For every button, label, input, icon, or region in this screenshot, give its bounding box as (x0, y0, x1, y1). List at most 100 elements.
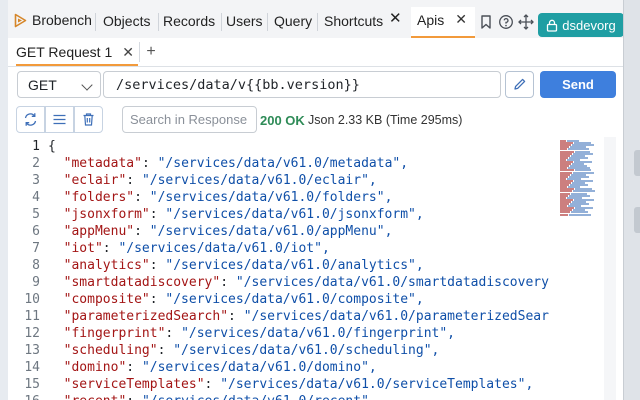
tab-shortcuts[interactable]: Shortcuts (324, 12, 383, 30)
json-value: "/services/data/v61.0/smartdatadiscovery… (235, 275, 550, 290)
json-value: "/services/data/v61.0/jsonxform", (165, 207, 424, 222)
json-value: "/services/data/v61.0/domino", (141, 360, 377, 375)
json-value: "/services/data/v61.0/iot", (118, 241, 330, 256)
status-code: 200 OK (260, 113, 305, 128)
json-key: "jsonxform" (63, 207, 150, 222)
send-button[interactable]: Send (540, 71, 616, 98)
brand[interactable]: Brobench (14, 10, 92, 30)
editor-scrollbar[interactable] (604, 137, 616, 400)
refresh-icon (24, 113, 37, 126)
json-value: "/services/data/v61.0/composite", (165, 292, 424, 307)
code-text: "parameterizedSearch": "/services/data/v… (48, 308, 550, 325)
chevron-down-icon (81, 79, 93, 91)
json-key: "scheduling" (63, 343, 158, 358)
editor-minimap[interactable] (554, 140, 595, 220)
method-value: GET (28, 77, 57, 93)
line-number: 7 (32, 241, 40, 256)
line-number: 5 (32, 207, 40, 222)
json-value: "/services/data/v61.0/folders", (149, 190, 393, 205)
line-number: 9 (32, 275, 40, 290)
line-number: 6 (32, 224, 40, 239)
json-key: "metadata" (63, 156, 142, 171)
json-key: "composite" (63, 292, 150, 307)
org-user-label: dsdevorg (562, 17, 616, 33)
json-key: "analytics" (63, 258, 150, 273)
code-text: "folders": "/services/data/v61.0/folders… (63, 190, 393, 205)
request-tabs-bar: GET Request 1 ✕ + (8, 38, 624, 67)
code-text: "appMenu": "/services/data/v61.0/appMenu… (63, 224, 393, 239)
tab-apis[interactable]: Apis ✕ (411, 7, 475, 38)
code-text: "serviceTemplates": "/services/data/v61.… (63, 377, 534, 392)
tab-apis-label: Apis (417, 12, 445, 28)
clear-button[interactable] (74, 106, 103, 133)
code-text: "jsonxform": "/services/data/v61.0/jsonx… (63, 207, 424, 222)
code-text: "recent": "/services/data/v61.0/recent", (48, 393, 377, 400)
tab-objects[interactable]: Objects (103, 12, 150, 30)
list-lines-icon (53, 114, 66, 125)
line-number: 14 (24, 360, 40, 375)
code-text: "analytics": "/services/data/v61.0/analy… (63, 258, 424, 273)
code-text: "composite": "/services/data/v61.0/compo… (63, 292, 424, 307)
close-request-tab-icon[interactable]: ✕ (122, 44, 134, 61)
nav-divider (221, 13, 222, 31)
json-key: "parameterizedSearch" (63, 309, 229, 324)
line-number: 3 (32, 173, 40, 188)
nav-divider (267, 13, 268, 31)
json-key: "smartdatadiscovery" (63, 275, 221, 290)
tab-records[interactable]: Records (163, 12, 215, 30)
trash-icon (83, 113, 94, 126)
code-text: "metadata": "/services/data/v61.0/metada… (63, 156, 409, 171)
json-key: "folders" (63, 190, 135, 205)
bookmark-icon[interactable] (478, 14, 494, 30)
minimap-line (560, 213, 568, 216)
code-text: "iot": "/services/data/v61.0/iot", (63, 241, 330, 256)
response-search-input[interactable]: Search in Response (122, 106, 257, 133)
format-button[interactable] (45, 106, 74, 133)
json-value: "/services/data/v61.0/appMenu", (149, 224, 393, 239)
background-window-edge-right (623, 0, 640, 400)
org-user-button[interactable]: dsdevorg (538, 13, 624, 37)
line-number: 11 (24, 309, 40, 324)
nav-divider (95, 13, 96, 31)
request-tab[interactable]: GET Request 1 ✕ (16, 40, 138, 66)
json-value: "/services/data/v61.0/scheduling", (173, 343, 440, 358)
move-arrows-icon[interactable] (518, 14, 534, 30)
code-text: "scheduling": "/services/data/v61.0/sche… (63, 343, 440, 358)
close-apis-tab-icon[interactable]: ✕ (455, 11, 467, 28)
refresh-button[interactable] (16, 106, 45, 133)
json-value: "/services/data/v61.0/serviceTemplates", (220, 377, 534, 392)
tab-users[interactable]: Users (226, 12, 263, 30)
line-number: 12 (24, 326, 40, 341)
method-select[interactable]: GET (17, 71, 101, 98)
json-value: "/services/data/v61.0/analytics", (165, 258, 424, 273)
add-request-tab-button[interactable]: + (139, 42, 162, 62)
response-toolbar: Search in Response 200 OK Json 2.33 KB (… (16, 106, 550, 134)
line-number: 16 (16, 393, 40, 400)
nav-divider (317, 13, 318, 31)
url-input[interactable]: /services/data/v{{bb.version}} (103, 71, 501, 98)
lock-icon (547, 19, 558, 32)
line-number: 1 (32, 139, 40, 154)
json-value: "/services/data/v61.0/eclair", (141, 173, 377, 188)
request-tab-label: GET Request 1 (16, 44, 113, 60)
line-number: 15 (24, 377, 40, 392)
brand-name: Brobench (32, 12, 92, 28)
response-meta: Json 2.33 KB (Time 295ms) (308, 113, 463, 127)
json-key: "serviceTemplates" (63, 377, 205, 392)
json-key: "appMenu" (63, 224, 135, 239)
json-value: "/services/data/v61.0/fingerprint", (181, 326, 455, 341)
pencil-icon (514, 78, 526, 90)
json-key: "fingerprint" (63, 326, 166, 341)
json-key: "recent" (64, 394, 127, 400)
response-body-editor[interactable]: 1 {2 "metadata": "/services/data/v61.0/me… (16, 137, 550, 400)
line-number: 10 (24, 292, 40, 307)
json-value: "/services/data/v61.0/recent", (142, 394, 377, 400)
line-number: 2 (32, 156, 40, 171)
edit-url-button[interactable] (505, 71, 534, 98)
tab-query[interactable]: Query (274, 12, 312, 30)
close-shortcuts-tab-icon[interactable]: ✕ (389, 10, 402, 28)
top-navigation: Brobench Objects Records Users Query Sho… (8, 0, 624, 39)
code-text: "eclair": "/services/data/v61.0/eclair", (63, 173, 377, 188)
json-key: "domino" (63, 360, 127, 375)
help-circle-icon[interactable] (498, 14, 514, 30)
